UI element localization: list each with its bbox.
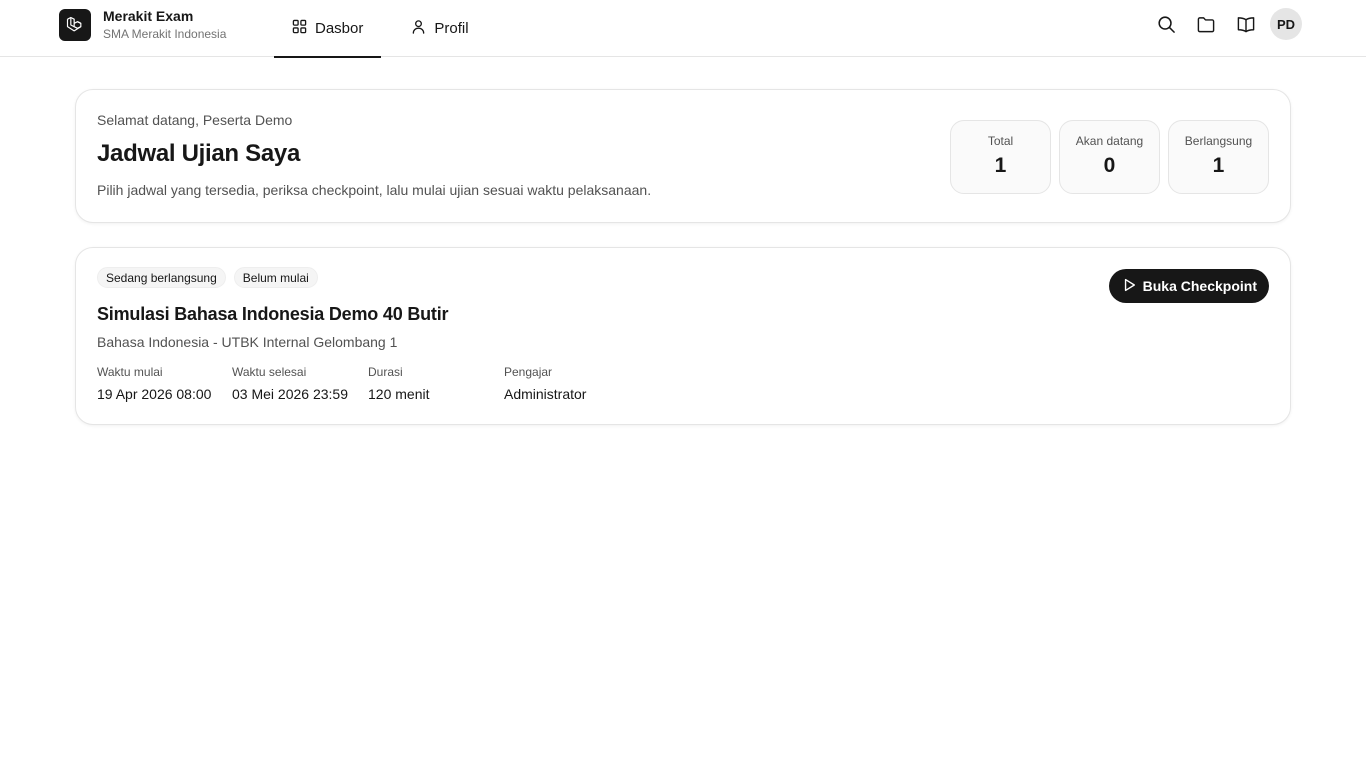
stat-label: Akan datang	[1075, 134, 1144, 148]
meta-label: Waktu selesai	[232, 365, 307, 379]
user-icon	[411, 19, 434, 38]
stats-group: Total 1 Akan datang 0 Berlangsung 1	[942, 120, 1269, 194]
page-title: Jadwal Ujian Saya	[97, 140, 301, 167]
avatar[interactable]: PD	[1270, 8, 1302, 40]
meta-value: 03 Mei 2026 23:59	[232, 386, 348, 402]
meta-value: 19 Apr 2026 08:00	[97, 386, 212, 402]
laravel-logo-icon	[59, 9, 91, 41]
stat-upcoming: Akan datang 0	[1059, 120, 1160, 194]
exam-title: Simulasi Bahasa Indonesia Demo 40 Butir	[97, 304, 449, 324]
play-icon	[1123, 278, 1143, 295]
meta-start: Waktu mulai 19 Apr 2026 08:00	[97, 365, 211, 402]
stat-label: Berlangsung	[1184, 134, 1253, 148]
open-checkpoint-button[interactable]: Buka Checkpoint	[1108, 269, 1269, 303]
nav-item-profil[interactable]: Profil	[393, 0, 486, 57]
exam-subtitle: Bahasa Indonesia - UTBK Internal Gelomba…	[97, 334, 398, 350]
meta-duration: Durasi 120 menit	[368, 365, 429, 402]
brand-school: SMA Merakit Indonesia	[103, 27, 227, 41]
header-tools: PD	[1142, 8, 1302, 40]
brand-name: Merakit Exam	[103, 8, 194, 24]
greeting-text: Selamat datang, Peserta Demo	[97, 112, 293, 128]
main-nav: Dasbor Profil	[274, 0, 487, 58]
meta-value: Administrator	[504, 386, 587, 402]
stat-value: 1	[1212, 154, 1225, 177]
welcome-card: Selamat datang, Peserta Demo Jadwal Ujia…	[75, 89, 1291, 223]
nav-item-label: Dasbor	[315, 20, 364, 37]
meta-end: Waktu selesai 03 Mei 2026 23:59	[232, 365, 348, 402]
page-description: Pilih jadwal yang tersedia, periksa chec…	[97, 182, 652, 198]
status-badge: Belum mulai	[233, 267, 318, 288]
meta-label: Durasi	[368, 365, 403, 379]
top-navbar: Merakit Exam SMA Merakit Indonesia Dasbo…	[0, 0, 1366, 58]
status-badges: Sedang berlangsung Belum mulai	[97, 267, 326, 288]
exam-card: Sedang berlangsung Belum mulai Simulasi …	[75, 247, 1291, 425]
folder-icon[interactable]	[1190, 8, 1222, 40]
stat-value: 1	[994, 154, 1007, 177]
meta-teacher: Pengajar Administrator	[504, 365, 586, 402]
nav-item-label: Profil	[434, 20, 469, 37]
stat-ongoing: Berlangsung 1	[1168, 120, 1269, 194]
grid-icon	[292, 19, 315, 38]
meta-label: Pengajar	[504, 365, 553, 379]
book-open-icon[interactable]	[1230, 8, 1262, 40]
nav-item-dasbor[interactable]: Dasbor	[274, 0, 382, 58]
search-icon[interactable]	[1150, 8, 1182, 40]
button-label: Buka Checkpoint	[1142, 278, 1257, 294]
stat-value: 0	[1103, 154, 1116, 177]
stat-label: Total	[987, 134, 1014, 148]
meta-label: Waktu mulai	[97, 365, 163, 379]
status-badge: Sedang berlangsung	[97, 267, 226, 288]
meta-value: 120 menit	[368, 386, 430, 402]
brand[interactable]: Merakit Exam SMA Merakit Indonesia	[59, 8, 226, 42]
stat-total: Total 1	[950, 120, 1051, 194]
